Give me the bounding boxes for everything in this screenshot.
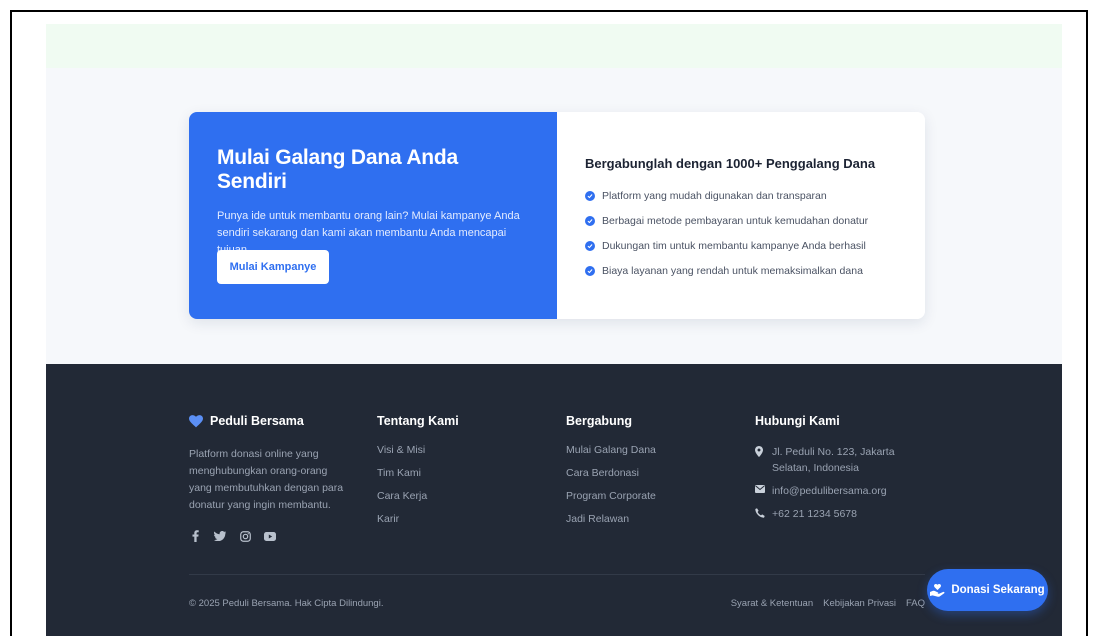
footer-about-column: Tentang Kami Visi & Misi Tim Kami Cara K…: [377, 412, 459, 536]
instagram-icon[interactable]: [239, 530, 251, 542]
footer: Peduli Bersama Platform donasi online ya…: [46, 364, 1062, 636]
footer-link-vision-mission[interactable]: Visi & Misi: [377, 444, 459, 467]
join-title: Bergabung: [566, 414, 632, 428]
benefit-item: Biaya layanan yang rendah untuk memaksim…: [585, 258, 897, 283]
page: Mulai Galang Dana Anda Sendiri Punya ide…: [46, 24, 1062, 636]
footer-link-privacy[interactable]: Kebijakan Privasi: [823, 598, 896, 609]
phone-icon: [755, 506, 766, 522]
social-links: [189, 530, 349, 542]
start-campaign-button[interactable]: Mulai Kampanye: [217, 250, 329, 284]
footer-divider: [189, 574, 925, 575]
check-circle-icon: [585, 265, 595, 276]
cta-card: Mulai Galang Dana Anda Sendiri Punya ide…: [189, 112, 925, 319]
footer-link-faq[interactable]: FAQ: [906, 598, 925, 609]
map-pin-icon: [755, 444, 766, 476]
benefits-title: Bergabunglah dengan 1000+ Penggalang Dan…: [585, 156, 876, 171]
benefit-text: Dukungan tim untuk membantu kampanye And…: [602, 239, 866, 252]
benefit-text: Berbagai metode pembayaran untuk kemudah…: [602, 214, 869, 227]
benefit-text: Biaya layanan yang rendah untuk memaksim…: [602, 264, 863, 277]
cta-panel: Mulai Galang Dana Anda Sendiri Punya ide…: [189, 112, 557, 319]
hand-heart-icon: [930, 583, 945, 597]
phone-text: +62 21 1234 5678: [772, 508, 857, 520]
benefits-panel: Bergabunglah dengan 1000+ Penggalang Dan…: [557, 112, 925, 319]
address-text: Jl. Peduli No. 123, Jakarta Selatan, Ind…: [772, 446, 895, 474]
check-circle-icon: [585, 190, 595, 201]
footer-contact-column: Hubungi Kami Jl. Peduli No. 123, Jakarta…: [755, 412, 915, 529]
about-links: Visi & Misi Tim Kami Cara Kerja Karir: [377, 444, 459, 536]
footer-link-start-fundraising[interactable]: Mulai Galang Dana: [566, 444, 656, 467]
footer-brand-column: Peduli Bersama Platform donasi online ya…: [189, 412, 349, 542]
contact-email[interactable]: info@pedulibersama.org: [755, 483, 915, 499]
footer-brand: Peduli Bersama: [189, 412, 349, 430]
footer-link-careers[interactable]: Karir: [377, 513, 459, 536]
donate-now-button[interactable]: Donasi Sekarang: [927, 569, 1048, 611]
donate-now-label: Donasi Sekarang: [951, 584, 1045, 596]
legal-links: Syarat & Ketentuan Kebijakan Privasi FAQ: [731, 598, 925, 609]
about-title: Tentang Kami: [377, 414, 459, 428]
footer-link-volunteer[interactable]: Jadi Relawan: [566, 513, 656, 536]
check-circle-icon: [585, 215, 595, 226]
top-band: [46, 24, 1062, 68]
benefit-item: Platform yang mudah digunakan dan transp…: [585, 183, 897, 208]
brand-name: Peduli Bersama: [210, 414, 304, 428]
contact-title: Hubungi Kami: [755, 414, 840, 428]
benefit-text: Platform yang mudah digunakan dan transp…: [602, 189, 827, 202]
email-text: info@pedulibersama.org: [772, 485, 887, 497]
check-circle-icon: [585, 240, 595, 251]
brand-description: Platform donasi online yang menghubungka…: [189, 448, 344, 511]
benefits-list: Platform yang mudah digunakan dan transp…: [585, 183, 897, 283]
footer-link-team[interactable]: Tim Kami: [377, 467, 459, 490]
contact-phone[interactable]: +62 21 1234 5678: [755, 506, 915, 522]
benefit-item: Berbagai metode pembayaran untuk kemudah…: [585, 208, 897, 233]
facebook-icon[interactable]: [189, 530, 201, 542]
contact-list: Jl. Peduli No. 123, Jakarta Selatan, Ind…: [755, 444, 915, 522]
envelope-icon: [755, 483, 766, 499]
footer-link-terms[interactable]: Syarat & Ketentuan: [731, 598, 813, 609]
join-links: Mulai Galang Dana Cara Berdonasi Program…: [566, 444, 656, 536]
footer-link-how-it-works[interactable]: Cara Kerja: [377, 490, 459, 513]
benefit-item: Dukungan tim untuk membantu kampanye And…: [585, 233, 897, 258]
cta-title: Mulai Galang Dana Anda Sendiri: [217, 146, 459, 193]
twitter-icon[interactable]: [214, 530, 226, 542]
footer-link-corporate-program[interactable]: Program Corporate: [566, 490, 656, 513]
heart-icon: [189, 414, 203, 428]
copyright: © 2025 Peduli Bersama. Hak Cipta Dilindu…: [189, 598, 384, 609]
footer-link-how-to-donate[interactable]: Cara Berdonasi: [566, 467, 656, 490]
footer-join-column: Bergabung Mulai Galang Dana Cara Berdona…: [566, 412, 656, 536]
contact-address: Jl. Peduli No. 123, Jakarta Selatan, Ind…: [755, 444, 915, 476]
youtube-icon[interactable]: [264, 530, 276, 542]
